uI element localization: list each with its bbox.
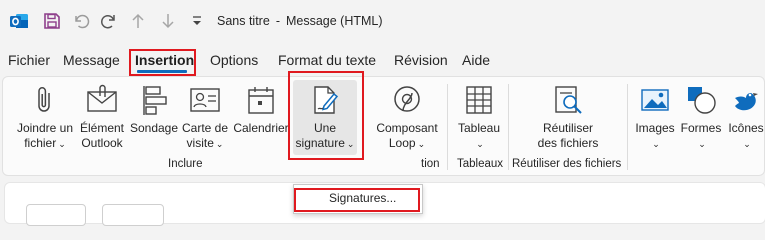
tab-format-du-texte[interactable]: Format du texte: [278, 52, 376, 68]
group-separator: [627, 84, 628, 170]
group-separator: [508, 84, 509, 170]
redo-icon[interactable]: [98, 10, 120, 32]
chevron-down-icon: ⌄: [743, 139, 751, 149]
reuse-files-label-2: des fichiers: [537, 136, 599, 150]
signature-label-2: signature: [295, 136, 345, 150]
reuse-files-icon: [555, 86, 582, 114]
outlook-icon: [8, 10, 30, 32]
menu-item-signatures[interactable]: Signatures...: [329, 191, 396, 205]
outlook-item-label-1: Élément: [79, 121, 125, 135]
poll-label: Sondage: [129, 121, 179, 135]
shapes-button[interactable]: Formes ⌄: [680, 84, 722, 152]
image-icon: [641, 89, 669, 111]
table-button[interactable]: Tableau ⌄: [453, 84, 505, 152]
signature-dropdown-menu: Signatures...: [293, 184, 423, 214]
loop-component-label-1: Composant: [376, 121, 438, 135]
signature-label-1: Une: [313, 121, 336, 135]
signature-pen-icon: [314, 86, 339, 114]
arrow-down-icon[interactable]: [158, 10, 178, 32]
app-title: Message (HTML): [285, 14, 383, 28]
poll-icon: [143, 86, 167, 115]
tab-aide[interactable]: Aide: [462, 52, 490, 68]
group-label-tableaux: Tableaux: [457, 158, 504, 170]
poll-button[interactable]: Sondage: [128, 84, 180, 136]
loop-component-button[interactable]: Composant Loop ⌄: [374, 84, 440, 152]
arrow-up-icon[interactable]: [128, 10, 148, 32]
group-label-inclure: Inclure: [168, 158, 203, 170]
attach-file-label-2: fichier: [24, 136, 57, 150]
outlook-item-button[interactable]: Élément Outlook: [76, 84, 128, 151]
outlook-item-label-2: Outlook: [81, 136, 123, 150]
table-icon: [466, 86, 492, 114]
business-card-label-1: Carte de: [181, 121, 229, 135]
tab-revision[interactable]: Révision: [394, 52, 448, 68]
paperclip-icon: [38, 87, 50, 112]
tab-insertion[interactable]: Insertion: [135, 52, 194, 68]
chevron-down-icon: ⌄: [652, 139, 660, 149]
group-label-partial: tion: [421, 158, 440, 170]
customize-icon[interactable]: [188, 10, 206, 32]
icons-label: Icônes: [728, 121, 764, 135]
active-tab-indicator: [137, 70, 187, 73]
group-label-reutiliser: Réutiliser des fichiers: [512, 158, 622, 170]
envelope-clip-icon: [87, 84, 117, 112]
bird-icon: [735, 93, 758, 111]
icons-button[interactable]: Icônes ⌄: [726, 84, 765, 152]
business-card-button[interactable]: Carte de visite ⌄: [180, 84, 230, 152]
chevron-down-icon: ⌄: [346, 139, 355, 149]
loop-component-label-2: Loop: [388, 136, 416, 150]
business-card-icon: [190, 88, 220, 112]
images-button[interactable]: Images ⌄: [633, 84, 677, 152]
calendar-button[interactable]: Calendrier: [232, 84, 290, 136]
calendar-icon: [248, 87, 274, 114]
window-title: Sans titre - Message (HTML): [217, 14, 389, 28]
tab-fichier[interactable]: Fichier: [8, 52, 50, 68]
images-label: Images: [635, 121, 675, 135]
partial-button[interactable]: [102, 204, 164, 226]
undo-icon[interactable]: [70, 10, 92, 32]
title-bar: Sans titre - Message (HTML): [0, 0, 765, 44]
group-separator: [447, 84, 448, 170]
reuse-files-label-1: Réutiliser: [542, 121, 593, 135]
save-icon[interactable]: [40, 10, 64, 32]
attach-file-label-1: Joindre un: [16, 121, 74, 135]
table-label: Tableau: [457, 121, 501, 135]
loop-icon: [394, 86, 420, 112]
shapes-label: Formes: [680, 121, 722, 135]
chevron-down-icon: ⌄: [58, 139, 66, 149]
attach-file-button[interactable]: Joindre un fichier ⌄: [14, 84, 76, 152]
calendar-label: Calendrier: [233, 121, 289, 135]
business-card-label-2: visite: [186, 136, 214, 150]
chevron-down-icon: ⌄: [215, 139, 224, 149]
chevron-down-icon: ⌄: [698, 139, 706, 149]
signature-button[interactable]: Une signature ⌄: [293, 80, 357, 155]
partial-button[interactable]: [26, 204, 86, 226]
document-title: Sans titre: [217, 14, 270, 28]
chevron-down-icon: ⌄: [417, 139, 426, 149]
tab-options[interactable]: Options: [210, 52, 258, 68]
shapes-icon: [688, 87, 716, 114]
reuse-files-button[interactable]: Réutiliser des fichiers: [528, 84, 608, 151]
tab-message[interactable]: Message: [63, 52, 120, 68]
chevron-down-icon: ⌄: [476, 139, 484, 149]
ribbon-tabs: Fichier Message Insertion Options Format…: [0, 48, 765, 74]
title-separator: -: [275, 14, 280, 28]
